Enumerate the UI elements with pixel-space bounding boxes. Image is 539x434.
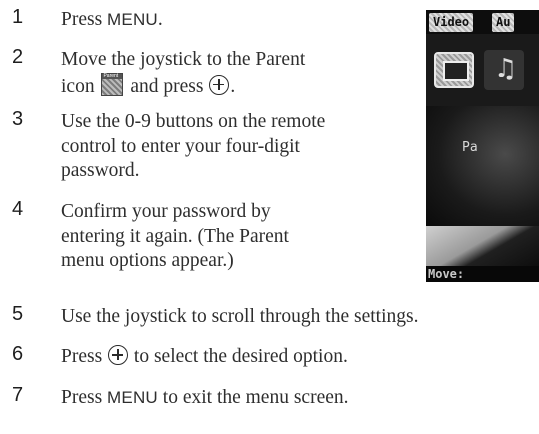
screen-center: Pa — [426, 106, 539, 226]
step-text: Move the joystick to the Parent icon Par… — [61, 49, 306, 97]
step-number: 6 — [12, 343, 24, 365]
step-number: 1 — [12, 6, 24, 28]
menu-screen-image: Video Au ♫ Pa Move: — [426, 10, 539, 282]
screen-footer-text: Move: — [428, 267, 465, 281]
menu-key-label: MENU — [107, 388, 158, 407]
step-number: 3 — [12, 108, 24, 130]
screen-icon-row: ♫ — [426, 34, 539, 106]
screen-tab-video: Video — [429, 13, 474, 32]
screen-graphic — [426, 226, 539, 266]
enter-icon — [209, 74, 230, 95]
note-icon: ♫ — [484, 50, 524, 90]
step-text: Confirm your password by entering it aga… — [61, 201, 289, 271]
step-text: Use the joystick to scroll through the s… — [61, 306, 419, 327]
step-text: Use the 0-9 buttons on the remote contro… — [61, 111, 326, 181]
menu-key-label: MENU — [107, 10, 158, 29]
screen-center-text: Pa — [462, 140, 478, 155]
step-number: 7 — [12, 384, 24, 406]
step-text: Press MENU to exit the menu screen. — [61, 387, 349, 408]
parent-icon: Parent — [101, 72, 124, 96]
step-text: Press to select the desired option. — [61, 345, 348, 367]
step-text: Press MENU. — [61, 9, 163, 30]
step-number: 2 — [12, 46, 24, 68]
screen-tab-audio: Au — [492, 13, 515, 32]
step-number: 4 — [12, 198, 24, 220]
screen-tab-bar: Video Au — [426, 10, 539, 34]
screen-footer: Move: — [426, 266, 539, 282]
step-number: 5 — [12, 303, 24, 325]
enter-icon — [108, 345, 129, 365]
screen-icon — [434, 52, 474, 88]
